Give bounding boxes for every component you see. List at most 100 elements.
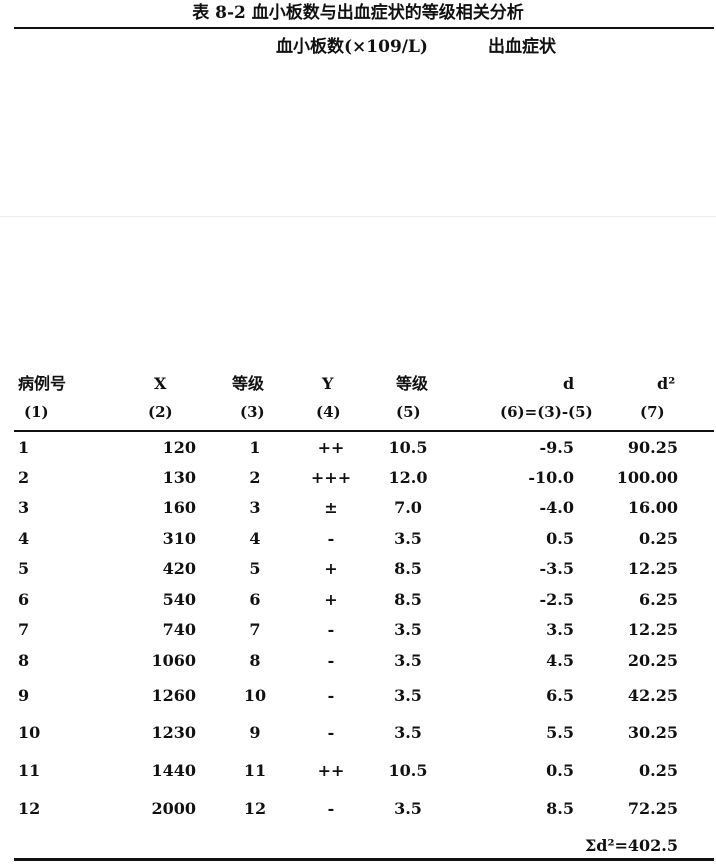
cell-y: -	[327, 529, 335, 548]
table-row: 1 120 1 ++ 10.5 -9.5 90.25	[0, 435, 716, 461]
table-row: 6 540 6 + 8.5 -2.5 6.25	[0, 587, 716, 613]
cell-d: -9.5	[539, 438, 574, 457]
cell-d: -3.5	[539, 559, 574, 578]
cell-y-rank: 3.5	[394, 620, 422, 639]
cell-y: ++	[317, 761, 345, 780]
cell-case: 8	[18, 651, 30, 670]
cell-y: ±	[324, 498, 338, 517]
cell-x-rank: 6	[249, 590, 261, 609]
table-title: 表 8-2 血小板数与出血症状的等级相关分析	[192, 3, 524, 23]
cell-x: 1260	[151, 686, 196, 705]
column-index-7: (7)	[640, 403, 665, 421]
cell-x-rank: 9	[249, 723, 261, 742]
cell-d-squared: 0.25	[639, 529, 678, 548]
cell-x-rank: 5	[249, 559, 261, 578]
cell-d-squared: 20.25	[627, 651, 678, 670]
cell-x-rank: 10	[243, 686, 267, 705]
cell-x: 120	[162, 438, 196, 457]
cell-x-rank: 8	[249, 651, 261, 670]
top-rule	[14, 27, 714, 29]
column-header-case: 病例号	[18, 374, 67, 393]
cell-y: -	[327, 799, 335, 818]
cell-y-rank: 8.5	[394, 590, 422, 609]
cell-case: 1	[18, 438, 30, 457]
cell-case: 7	[18, 620, 30, 639]
column-header-d-squared: d²	[657, 374, 676, 393]
cell-x: 130	[162, 468, 196, 487]
cell-d: -2.5	[539, 590, 574, 609]
cell-case: 10	[18, 723, 41, 742]
cell-y: +	[324, 559, 338, 578]
cell-y: +	[324, 590, 338, 609]
cell-x: 740	[162, 620, 196, 639]
table-row: 5 420 5 + 8.5 -3.5 12.25	[0, 556, 716, 582]
column-index-6: (6)=(3)-(5)	[500, 403, 593, 421]
cell-d-squared: 90.25	[627, 438, 678, 457]
column-header-y: Y	[322, 374, 334, 393]
cell-x: 1060	[151, 651, 196, 670]
cell-d-squared: 42.25	[627, 686, 678, 705]
cell-x-rank: 3	[249, 498, 261, 517]
column-header-x: X	[154, 374, 167, 393]
table-row: 7 740 7 - 3.5 3.5 12.25	[0, 617, 716, 643]
column-header-x-rank: 等级	[232, 374, 265, 393]
cell-case: 5	[18, 559, 30, 578]
sum-d-squared: Σd²=402.5	[584, 836, 678, 855]
table-row: 10 1230 9 - 3.5 5.5 30.25	[0, 720, 716, 746]
cell-y-rank: 10.5	[388, 438, 428, 457]
table-row: 4 310 4 - 3.5 0.5 0.25	[0, 526, 716, 552]
cell-x: 310	[162, 529, 196, 548]
cell-y-rank: 3.5	[394, 686, 422, 705]
cell-y-rank: 12.0	[388, 468, 428, 487]
cell-case: 9	[18, 686, 30, 705]
column-header-d: d	[563, 374, 575, 393]
cell-d: -4.0	[539, 498, 574, 517]
cell-y-rank: 3.5	[394, 799, 422, 818]
cell-y-rank: 3.5	[394, 529, 422, 548]
cell-case: 12	[18, 799, 41, 818]
cell-y-rank: 7.0	[394, 498, 422, 517]
cell-d-squared: 12.25	[627, 559, 678, 578]
cell-y: ++	[317, 438, 345, 457]
cell-y: +++	[310, 468, 352, 487]
cell-x: 160	[162, 498, 196, 517]
cell-y-rank: 8.5	[394, 559, 422, 578]
cell-case: 2	[18, 468, 30, 487]
cell-d: 5.5	[546, 723, 574, 742]
cell-x-rank: 11	[243, 761, 267, 780]
column-index-4: (4)	[316, 403, 341, 421]
cell-d: 4.5	[546, 651, 574, 670]
table-row: 2 130 2 +++ 12.0 -10.0 100.00	[0, 465, 716, 491]
cell-y-rank: 3.5	[394, 651, 422, 670]
cell-x: 1230	[151, 723, 196, 742]
cell-d: 8.5	[546, 799, 574, 818]
table-row: 9 1260 10 - 3.5 6.5 42.25	[0, 683, 716, 709]
cell-d-squared: 0.25	[639, 761, 678, 780]
table-row: 12 2000 12 - 3.5 8.5 72.25	[0, 796, 716, 822]
bottom-rule	[14, 858, 714, 861]
cell-y: -	[327, 686, 335, 705]
cell-d: 3.5	[546, 620, 574, 639]
cell-case: 6	[18, 590, 30, 609]
cell-x-rank: 7	[249, 620, 261, 639]
column-index-5: (5)	[396, 403, 421, 421]
cell-y: -	[327, 651, 335, 670]
table-row: 3 160 3 ± 7.0 -4.0 16.00	[0, 495, 716, 521]
column-index-3: (3)	[240, 403, 265, 421]
cell-x: 420	[162, 559, 196, 578]
column-index-1: (1)	[24, 403, 49, 421]
cell-x: 1440	[151, 761, 196, 780]
cell-case: 4	[18, 529, 30, 548]
cell-x: 540	[162, 590, 196, 609]
table-row: 8 1060 8 - 3.5 4.5 20.25	[0, 648, 716, 674]
cell-x-rank: 2	[249, 468, 261, 487]
cell-d: -10.0	[528, 468, 574, 487]
cell-x: 2000	[151, 799, 196, 818]
cell-d: 0.5	[546, 529, 574, 548]
cell-x-rank: 12	[243, 799, 267, 818]
cell-x-rank: 4	[249, 529, 261, 548]
header-rule	[14, 430, 714, 432]
cell-y: -	[327, 620, 335, 639]
cell-y: -	[327, 723, 335, 742]
cell-x-rank: 1	[249, 438, 261, 457]
